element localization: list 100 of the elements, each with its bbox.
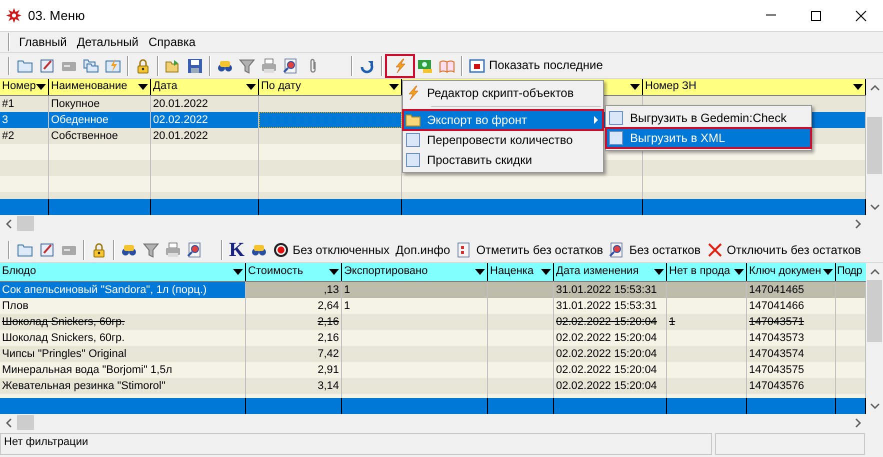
menu-item[interactable]: Детальный [72, 32, 144, 52]
column-header[interactable]: Блюдо [2, 265, 233, 279]
scrollbar-thumb[interactable] [17, 216, 34, 231]
column-header[interactable]: Экспортировано [344, 265, 475, 279]
book-icon[interactable] [439, 58, 455, 74]
dropdown-arrow-icon[interactable] [389, 83, 399, 91]
scroll-right-icon[interactable] [854, 418, 862, 428]
folders-icon[interactable] [83, 58, 99, 74]
dropdown-arrow-icon[interactable] [654, 268, 664, 276]
dropdown-arrow-icon[interactable] [233, 268, 243, 276]
show-last-button[interactable]: Показать последние [466, 54, 606, 76]
table-cell: ,13 [246, 282, 342, 298]
lock-icon[interactable] [91, 242, 107, 258]
dropdown-arrow-icon[interactable] [734, 268, 744, 276]
dropdown-arrow-icon[interactable] [138, 83, 148, 91]
table-row[interactable]: Жевательная резинка "Stimorol" 3,14 02.02.2022 15:20:04 147043576 [0, 378, 866, 394]
folder-icon[interactable] [17, 58, 33, 74]
menu-item[interactable]: Экспорт во фронт [403, 110, 603, 130]
toolbar-button[interactable]: Без отключенных [270, 239, 393, 261]
k-button[interactable]: K [226, 239, 248, 261]
filter-icon[interactable] [239, 58, 255, 74]
dropdown-arrow-icon[interactable] [475, 268, 485, 276]
search-document-icon[interactable] [283, 58, 299, 74]
lock-icon[interactable] [135, 58, 151, 74]
scrollbar-thumb[interactable] [17, 415, 34, 430]
toolbar-button[interactable]: Отключить без остатков [704, 239, 864, 261]
target-icon [272, 242, 289, 258]
scroll-up-icon[interactable] [870, 84, 880, 92]
scroll-right-icon[interactable] [854, 218, 862, 228]
table-cell: Сок апельсиновый "Sandora", 1л (порц.) [0, 282, 246, 298]
column-header[interactable]: Дата изменения [556, 265, 654, 279]
table-cell: 3 [0, 112, 49, 128]
column-header[interactable]: Нет в прода [669, 265, 734, 279]
dropdown-arrow-icon[interactable] [853, 83, 863, 91]
dropdown-arrow-icon[interactable] [823, 268, 833, 276]
table-cell: Обеденное [49, 112, 151, 128]
scroll-down-icon[interactable] [870, 202, 880, 210]
column-header[interactable]: Наименование [51, 80, 138, 94]
square-icon [405, 132, 421, 148]
open-folder-icon[interactable] [165, 58, 181, 74]
edit-icon[interactable] [39, 242, 55, 258]
save-icon[interactable] [187, 58, 203, 74]
window-icon [469, 58, 485, 74]
table-cell: 147041465 [747, 282, 836, 298]
table-cell: 02.02.2022 [151, 112, 259, 128]
column-header[interactable]: Наценка [490, 265, 541, 279]
app-icon [6, 8, 22, 24]
column-header[interactable]: Подр [837, 265, 866, 279]
column-header[interactable]: Номер ЗН [645, 80, 853, 94]
scroll-left-icon[interactable] [4, 418, 12, 428]
binoculars-icon[interactable] [250, 242, 267, 258]
table-row[interactable]: Плов 2,64 1 31.01.2022 15:53:31 147041466 [0, 298, 866, 314]
scroll-down-icon[interactable] [870, 402, 880, 410]
search-document-icon [609, 242, 626, 258]
table-row[interactable]: Чипсы "Pringles" Original 7,42 02.02.2022 15:20:04 147043574 [0, 346, 866, 362]
square-icon [608, 130, 624, 146]
binoculars-icon[interactable] [121, 242, 137, 258]
table-cell: 31.01.2022 15:53:31 [554, 282, 667, 298]
menu-item[interactable]: Проставить скидки [403, 150, 603, 170]
table-row[interactable]: Шоколад Snickers, 60гр. 2,16 02.02.2022 15:20:04 147043573 [0, 330, 866, 346]
menu-item[interactable]: Редактор скрипт-объектов [403, 83, 603, 103]
menu-item[interactable]: Выгрузить в XML [606, 128, 811, 148]
scroll-left-icon[interactable] [4, 218, 12, 228]
dropdown-arrow-icon[interactable] [541, 268, 551, 276]
table-row[interactable]: Минеральная вода "Borjomi" 1,5л 2,91 02.02.2022 15:20:04 147043575 [0, 362, 866, 378]
dropdown-arrow-icon[interactable] [630, 83, 640, 91]
square-icon [608, 110, 624, 126]
edit-icon[interactable] [39, 58, 55, 74]
maximize-icon[interactable] [810, 10, 822, 22]
dropdown-arrow-icon[interactable] [36, 83, 46, 91]
printer-icon[interactable] [165, 242, 181, 258]
toolbar-button[interactable]: Отметить без остатков [453, 239, 606, 261]
lightning-folder-icon[interactable] [105, 58, 121, 74]
scroll-up-icon[interactable] [870, 268, 880, 276]
money-icon[interactable] [417, 58, 433, 74]
printer-icon[interactable] [261, 58, 277, 74]
scrollbar-thumb[interactable] [867, 280, 882, 342]
toolbar-button[interactable]: Без остатков [606, 239, 704, 261]
column-header[interactable]: Ключ докумен [749, 265, 823, 279]
cross-icon [706, 242, 723, 258]
square-icon [405, 152, 421, 168]
table-cell: 1 [342, 282, 488, 298]
scrollbar-thumb[interactable] [867, 117, 882, 174]
column-header[interactable]: Дата [153, 80, 246, 94]
dropdown-arrow-icon[interactable] [329, 268, 339, 276]
menu-item[interactable]: Главный [14, 32, 72, 52]
dropdown-arrow-icon[interactable] [246, 83, 256, 91]
column-header[interactable]: Стоимость [248, 265, 329, 279]
column-header[interactable]: Номер [2, 80, 36, 94]
menu-item[interactable]: Справка [144, 32, 201, 52]
column-header[interactable]: По дату [261, 80, 389, 94]
filter-icon[interactable] [143, 242, 159, 258]
folder-icon[interactable] [17, 242, 33, 258]
window-title: 03. Меню [28, 8, 85, 24]
search-document-icon[interactable] [187, 242, 203, 258]
status-text: Нет фильтрации [0, 433, 712, 455]
close-icon[interactable] [854, 10, 866, 22]
table-row[interactable]: Сок апельсиновый "Sandora", 1л (порц.) ,13 1 31.01.2022 15:53:31 147041465 [0, 282, 866, 298]
document-icon [456, 242, 472, 258]
toolbar-button[interactable]: Доп.инфо [392, 239, 454, 261]
